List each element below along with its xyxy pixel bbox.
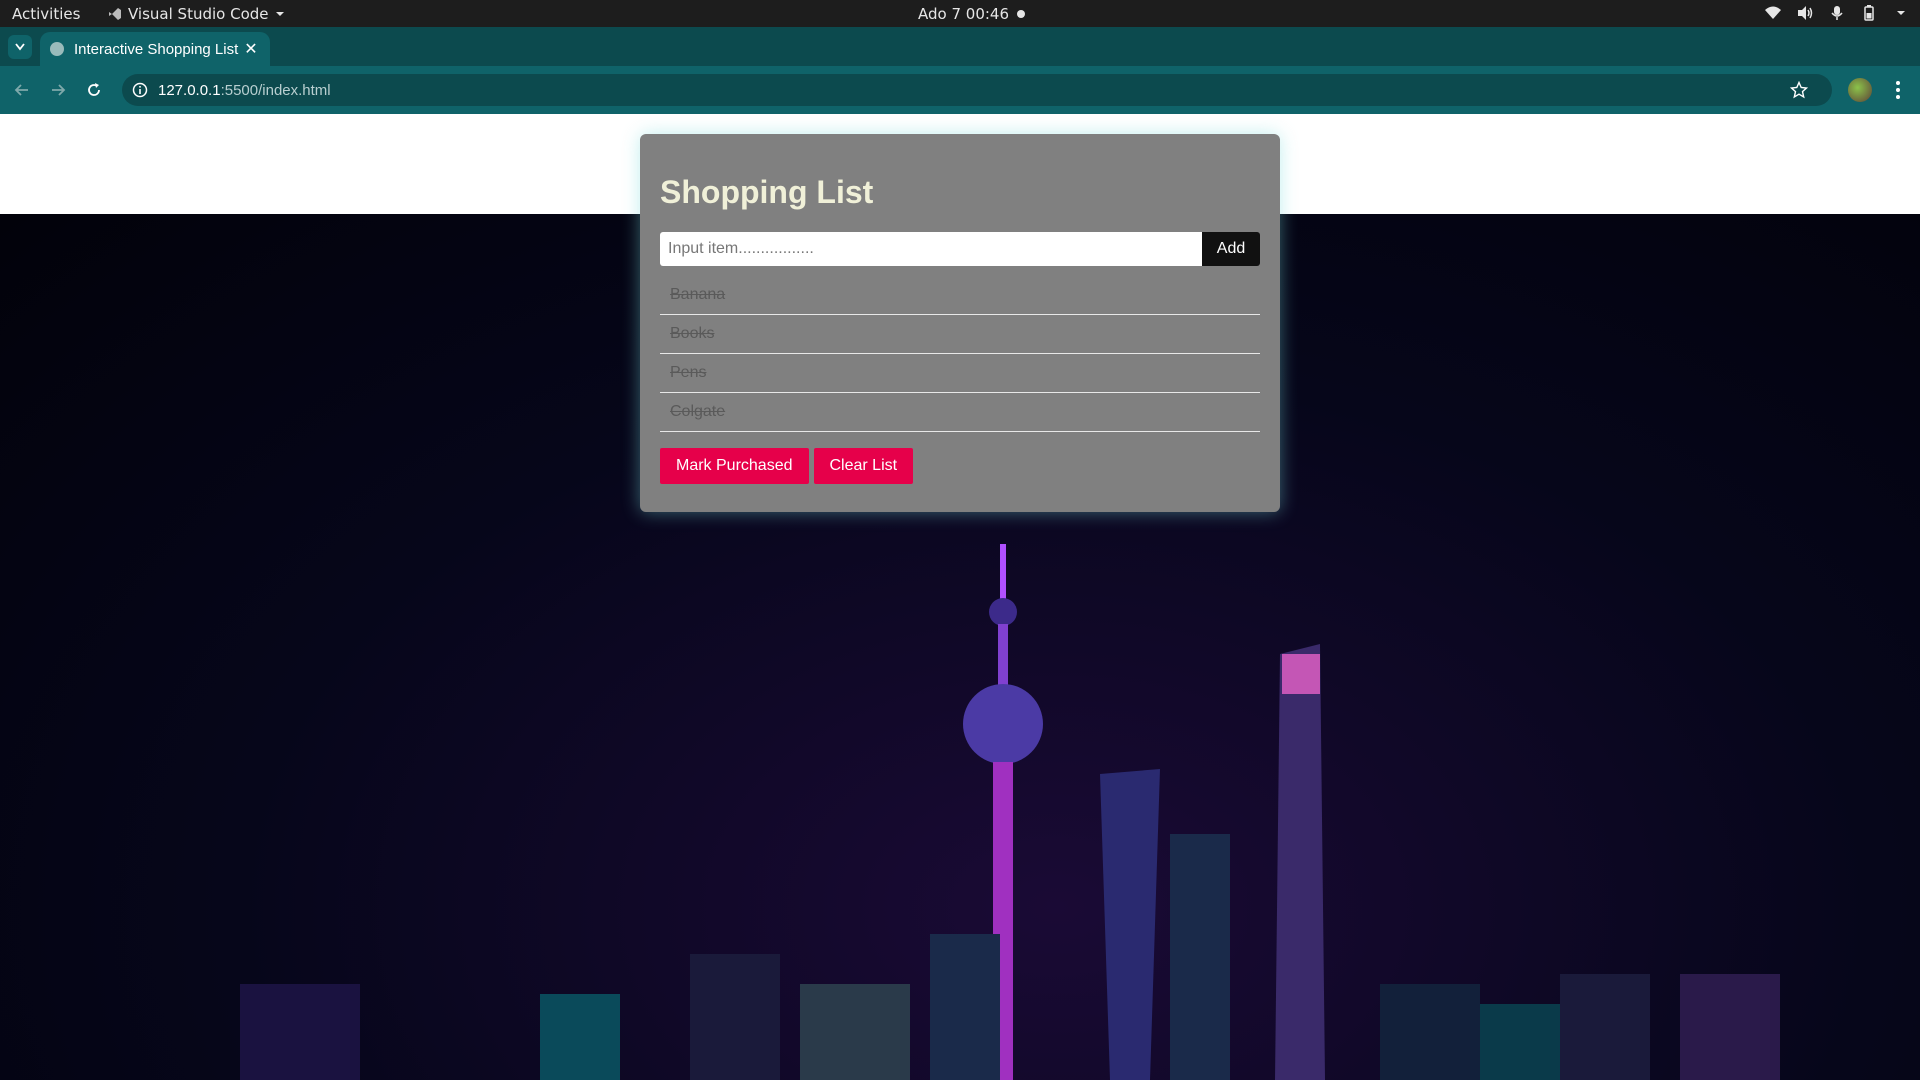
clear-list-button[interactable]: Clear List bbox=[813, 448, 914, 484]
app-menu[interactable]: Visual Studio Code bbox=[108, 5, 285, 23]
bookmark-star-icon[interactable] bbox=[1790, 81, 1808, 99]
shopping-list-card: Shopping List Add Banana Books Pens Colg… bbox=[640, 134, 1280, 512]
activities-button[interactable]: Activities bbox=[12, 5, 80, 23]
clock-text: Ado 7 00:46 bbox=[918, 5, 1010, 23]
item-input[interactable] bbox=[660, 232, 1202, 266]
address-bar[interactable]: 127.0.0.1:5500/index.html bbox=[122, 74, 1832, 106]
notification-dot-icon bbox=[1017, 10, 1026, 18]
globe-icon bbox=[50, 42, 64, 56]
system-top-bar: Activities Visual Studio Code Ado 7 00:4… bbox=[0, 0, 1920, 27]
url-path: :5500/index.html bbox=[220, 81, 331, 99]
reload-icon bbox=[88, 83, 100, 96]
chevron-down-icon bbox=[275, 12, 284, 16]
app-name: Visual Studio Code bbox=[128, 5, 269, 23]
browser-toolbar: 127.0.0.1:5500/index.html bbox=[0, 66, 1920, 114]
add-item-row: Add bbox=[660, 232, 1260, 266]
page-title: Shopping List bbox=[660, 174, 874, 210]
reload-button[interactable] bbox=[82, 78, 106, 102]
page-viewport: Shopping List Add Banana Books Pens Colg… bbox=[0, 114, 1920, 1080]
volume-icon bbox=[1796, 4, 1814, 22]
chevron-down-icon bbox=[15, 43, 25, 51]
shopping-items-list: Banana Books Pens Colgate bbox=[660, 276, 1260, 432]
list-item[interactable]: Books bbox=[660, 315, 1260, 354]
list-item[interactable]: Colgate bbox=[660, 393, 1260, 432]
browser-tab-active[interactable]: Interactive Shopping List ✕ bbox=[40, 32, 270, 66]
arrow-right-icon bbox=[52, 84, 66, 96]
site-info-icon[interactable] bbox=[132, 82, 148, 98]
back-button[interactable] bbox=[10, 78, 34, 102]
list-item[interactable]: Banana bbox=[660, 276, 1260, 315]
arrow-left-icon bbox=[14, 84, 28, 96]
browser-menu-icon[interactable] bbox=[1888, 78, 1908, 102]
browser-tab-strip: Interactive Shopping List ✕ + bbox=[0, 27, 1920, 83]
forward-button[interactable] bbox=[46, 78, 70, 102]
system-menu-chevron-icon bbox=[1892, 4, 1910, 22]
tab-search-button[interactable] bbox=[8, 35, 32, 59]
microphone-icon bbox=[1828, 4, 1846, 22]
battery-icon bbox=[1860, 4, 1878, 22]
list-item[interactable]: Pens bbox=[660, 354, 1260, 393]
mark-purchased-button[interactable]: Mark Purchased bbox=[660, 448, 809, 484]
system-tray[interactable] bbox=[1764, 4, 1910, 22]
wifi-icon bbox=[1764, 4, 1782, 22]
clock[interactable]: Ado 7 00:46 bbox=[918, 5, 1026, 23]
profile-avatar[interactable] bbox=[1848, 78, 1872, 102]
close-tab-icon[interactable]: ✕ bbox=[242, 39, 260, 59]
tab-title: Interactive Shopping List bbox=[74, 40, 239, 58]
vscode-icon bbox=[109, 8, 121, 20]
url-host: 127.0.0.1 bbox=[158, 81, 221, 99]
add-button[interactable]: Add bbox=[1202, 232, 1260, 266]
list-actions: Mark Purchased Clear List bbox=[660, 448, 1260, 484]
